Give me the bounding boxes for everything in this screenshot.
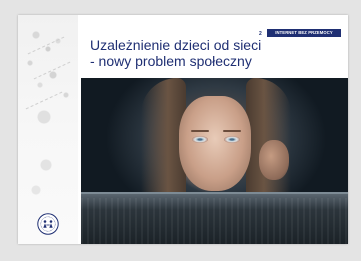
slide-title: Uzależnienie dzieci od sieci - nowy prob… <box>90 37 340 69</box>
slide-title-line-2: - nowy problem społeczny <box>90 53 252 69</box>
header-banner: INTERNET BEZ PRZEMOCY <box>267 29 341 37</box>
children-logo-icon <box>37 213 59 235</box>
girl-at-monitor-photo <box>81 78 348 244</box>
slide: 2 INTERNET BEZ PRZEMOCY Uzależnienie dzi… <box>18 15 348 244</box>
decorative-stamp-column <box>18 15 78 244</box>
slide-title-line-1: Uzależnienie dzieci od sieci <box>90 37 262 53</box>
